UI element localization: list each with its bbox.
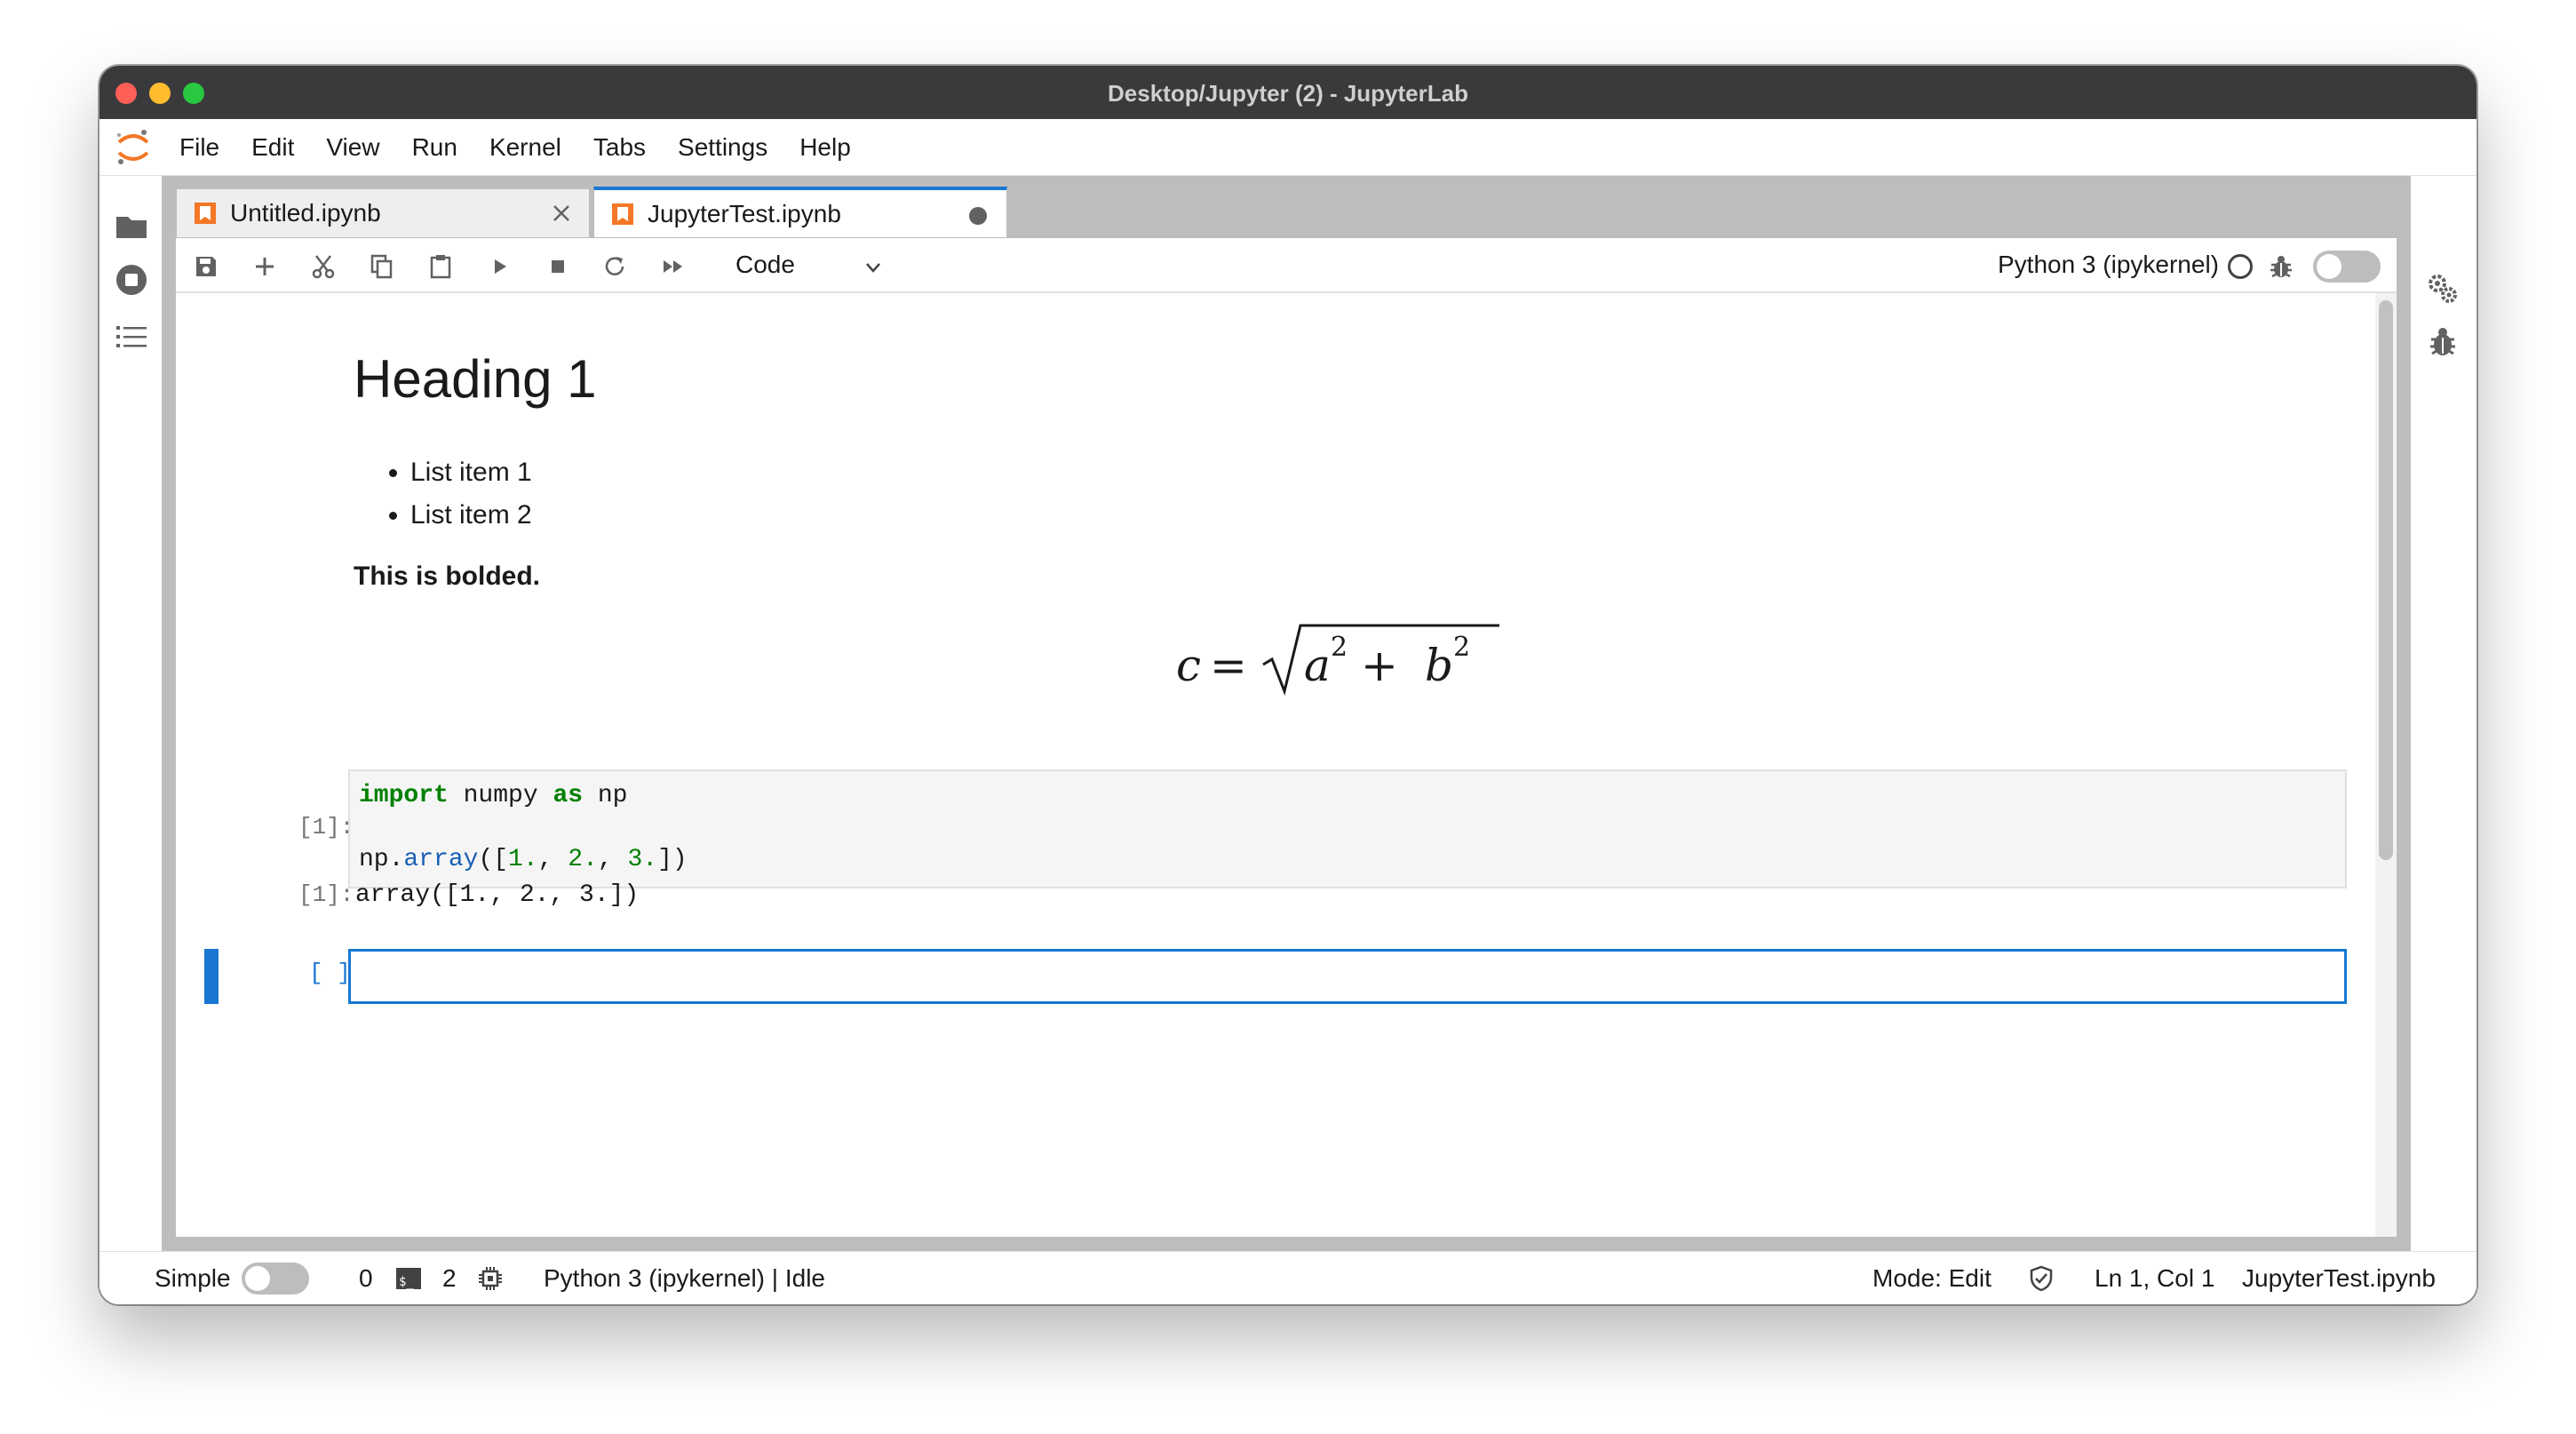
menu-file[interactable]: File	[179, 133, 219, 162]
code-token: numpy	[448, 782, 553, 809]
svg-text:c: c	[1176, 640, 1201, 691]
tab-label: JupyterTest.ipynb	[648, 199, 841, 227]
chevron-down-icon[interactable]	[862, 256, 885, 279]
left-sidebar	[99, 176, 162, 1251]
list-item: List item 2	[410, 494, 532, 537]
menu-view[interactable]: View	[326, 133, 379, 162]
folder-icon[interactable]	[113, 208, 150, 245]
menu-bar: File Edit View Run Kernel Tabs Settings …	[99, 119, 2477, 176]
notebook-file-icon	[195, 203, 216, 224]
active-cell-input[interactable]	[348, 949, 2347, 1004]
code-number: 2.	[568, 846, 598, 873]
input-prompt: [1]:	[298, 814, 354, 840]
code-token: np	[583, 782, 628, 809]
tab-label: Untitled.ipynb	[230, 199, 381, 227]
current-filename: JupyterTest.ipynb	[2242, 1264, 2436, 1292]
jupyter-logo-icon	[117, 130, 149, 164]
menu-kernel[interactable]: Kernel	[489, 133, 561, 162]
debugger-bug-icon[interactable]	[2267, 252, 2295, 281]
notebook-panel: Code Python 3 (ipykernel) Heading 1 • Li…	[176, 238, 2397, 1237]
toggle-knob	[2317, 254, 2341, 279]
keyword-as: as	[553, 782, 584, 809]
app-window: Desktop/Jupyter (2) - JupyterLab File Ed…	[99, 66, 2477, 1304]
code-line: import numpy as np	[359, 782, 627, 809]
tab-bar: Untitled.ipynb JupyterTest.ipynb	[162, 176, 2411, 238]
scrollbar[interactable]	[2375, 293, 2397, 1237]
menu-tabs[interactable]: Tabs	[593, 133, 646, 162]
notebook-file-icon	[612, 203, 633, 225]
terminal-icon[interactable]: $_	[394, 1264, 423, 1293]
property-inspector-gears-icon[interactable]	[2424, 270, 2461, 307]
terminals-count[interactable]: 0	[359, 1264, 373, 1293]
tab-jupytertest[interactable]: JupyterTest.ipynb	[593, 187, 1007, 238]
markdown-list: List item 1 List item 2	[410, 451, 532, 537]
menu-run[interactable]: Run	[412, 133, 457, 162]
insert-cell-icon[interactable]	[250, 252, 279, 281]
trusted-shield-icon[interactable]	[2027, 1264, 2055, 1293]
right-sidebar	[2411, 176, 2477, 1251]
code-cell-input[interactable]: import numpy as np np.array([1., 2., 3.]…	[348, 769, 2347, 888]
copy-icon[interactable]	[368, 252, 396, 281]
keyword-import: import	[359, 782, 449, 809]
list-item: List item 1	[410, 451, 532, 494]
main-area: Untitled.ipynb JupyterTest.ipynb Code Py…	[162, 176, 2411, 1251]
code-token: ([	[478, 846, 509, 873]
code-line: np.array([1., 2., 3.])	[359, 846, 688, 873]
svg-text:+: +	[1361, 640, 1398, 691]
markdown-bold-text: This is bolded.	[354, 562, 541, 591]
run-cell-icon[interactable]	[485, 252, 513, 281]
cell-output: array([1., 2., 3.])	[355, 881, 640, 909]
notebook-cells[interactable]: Heading 1 List item 1 List item 2 This i…	[176, 293, 2397, 1237]
tab-untitled[interactable]: Untitled.ipynb	[176, 188, 590, 238]
svg-text:2: 2	[1453, 632, 1470, 663]
menu-settings[interactable]: Settings	[678, 133, 767, 162]
cell-type-select[interactable]: Code	[735, 247, 795, 283]
restart-kernel-icon[interactable]	[600, 252, 629, 281]
code-number: 3.	[627, 846, 658, 873]
running-kernels-icon[interactable]	[113, 261, 150, 299]
kernel-status[interactable]: Python 3 (ipykernel) | Idle	[544, 1264, 825, 1293]
menu-help[interactable]: Help	[799, 133, 851, 162]
status-bar: Simple 0 $_ 2 Python 3 (ipykernel) | Idl…	[99, 1251, 2477, 1304]
simple-mode-label: Simple	[155, 1264, 231, 1292]
svg-text:b: b	[1425, 640, 1453, 691]
notebook-toolbar: Code Python 3 (ipykernel)	[176, 238, 2397, 293]
window-title: Desktop/Jupyter (2) - JupyterLab	[1108, 80, 1468, 107]
equation-formula: c = a 2 + b 2	[1176, 624, 1499, 696]
code-token: ,	[597, 846, 628, 873]
paste-icon[interactable]	[426, 252, 455, 281]
svg-text:a: a	[1304, 640, 1331, 691]
debugger-bug-icon[interactable]	[2424, 323, 2461, 361]
code-token: ])	[657, 846, 688, 873]
kernel-name-button[interactable]: Python 3 (ipykernel)	[1998, 247, 2219, 283]
title-bar: Desktop/Jupyter (2) - JupyterLab	[99, 66, 2477, 119]
svg-text:=: =	[1210, 640, 1247, 691]
simple-mode-toggle[interactable]	[242, 1263, 309, 1295]
kernels-count[interactable]: 2	[442, 1264, 457, 1293]
debugger-toggle[interactable]	[2313, 251, 2381, 283]
unsaved-changes-dot-icon[interactable]	[969, 207, 987, 225]
code-token: ,	[537, 846, 568, 873]
svg-text:2: 2	[1331, 632, 1348, 663]
kernel-chip-icon[interactable]	[476, 1264, 505, 1293]
notebook-mode: Mode: Edit	[1872, 1264, 1992, 1292]
code-token: np.	[359, 846, 404, 873]
interrupt-kernel-icon[interactable]	[544, 252, 572, 281]
restart-run-all-icon[interactable]	[659, 252, 688, 281]
svg-text:$_: $_	[399, 1275, 414, 1289]
markdown-heading: Heading 1	[354, 349, 597, 409]
toggle-knob	[245, 1266, 270, 1291]
output-prompt: [1]:	[298, 881, 354, 908]
close-tab-icon[interactable]	[550, 202, 573, 225]
menu-edit[interactable]: Edit	[251, 133, 294, 162]
cursor-position[interactable]: Ln 1, Col 1	[2095, 1264, 2214, 1293]
cut-icon[interactable]	[309, 252, 338, 281]
save-icon[interactable]	[192, 252, 220, 281]
code-function: array	[403, 846, 479, 873]
code-number: 1.	[508, 846, 538, 873]
kernel-status-icon	[2228, 254, 2253, 279]
active-cell-indicator[interactable]	[204, 949, 219, 1004]
scrollbar-thumb[interactable]	[2379, 300, 2393, 860]
table-of-contents-icon[interactable]	[113, 318, 150, 355]
